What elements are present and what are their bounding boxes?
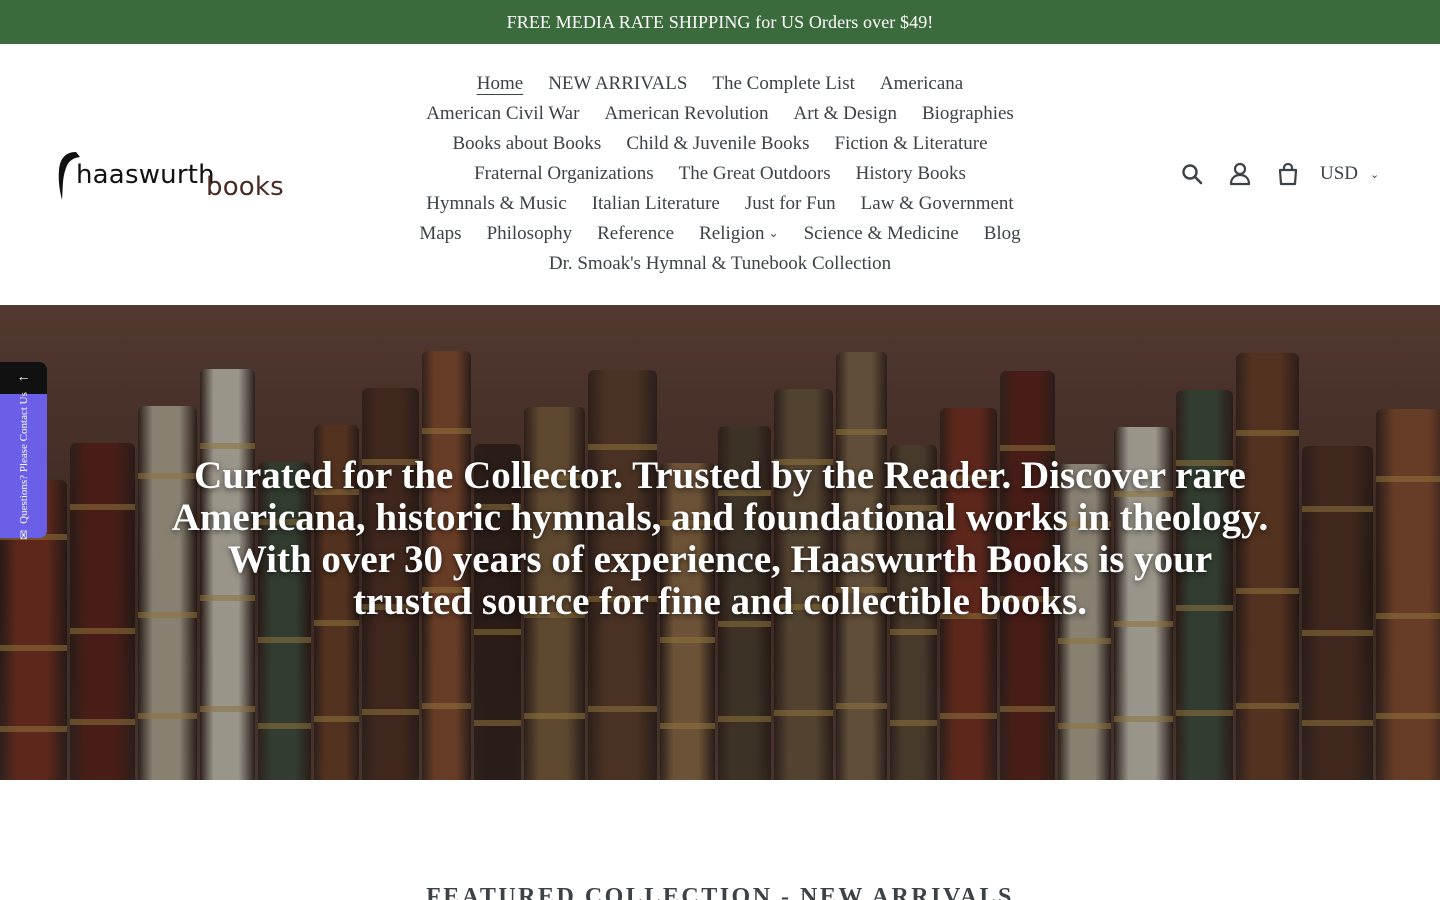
contact-tab-body[interactable]: ✉ Questions? Please Contact Us xyxy=(0,392,47,540)
nav-link-philosophy[interactable]: Philosophy xyxy=(487,223,573,245)
search-icon[interactable] xyxy=(1176,158,1208,190)
hero-heading: Curated for the Collector. Trusted by th… xyxy=(171,454,1269,623)
nav-link-label: History Books xyxy=(855,163,966,184)
logo-word-haaswurth: haaswurth xyxy=(76,160,215,190)
nav-link-history-books[interactable]: History Books xyxy=(856,163,966,185)
nav-row: Fraternal Organizations The Great Outdoor… xyxy=(380,159,1060,189)
nav-link-label: Art & Design xyxy=(793,103,897,124)
nav-link-science-medicine[interactable]: Science & Medicine xyxy=(804,223,959,245)
nav-link-fiction-literature[interactable]: Fiction & Literature xyxy=(835,133,988,155)
currency-selector[interactable]: USD ⌄ xyxy=(1320,163,1379,185)
nav-link-americana[interactable]: Americana xyxy=(880,73,963,95)
site-header: haaswurth books Home NEW ARRIVALS The Comp… xyxy=(0,44,1440,305)
arrow-left-icon[interactable]: ← xyxy=(0,362,47,394)
nav-link-the-complete-list[interactable]: The Complete List xyxy=(712,73,854,95)
hero-banner: Curated for the Collector. Trusted by th… xyxy=(0,305,1440,780)
nav-link-label: Reference xyxy=(597,223,675,244)
nav-link-biographies[interactable]: Biographies xyxy=(922,103,1014,125)
nav-link-italian-literature[interactable]: Italian Literature xyxy=(592,193,720,215)
nav-link-books-about-books[interactable]: Books about Books xyxy=(452,133,601,155)
nav-link-art-design[interactable]: Art & Design xyxy=(794,103,897,125)
nav-link-label: Home xyxy=(476,73,524,94)
nav-link-label: NEW ARRIVALS xyxy=(548,73,688,94)
site-logo[interactable]: haaswurth books xyxy=(54,148,294,202)
announcement-bar: FREE MEDIA RATE SHIPPING for US Orders o… xyxy=(0,0,1440,44)
nav-link-label: Fiction & Literature xyxy=(834,133,988,154)
nav-link-label: Italian Literature xyxy=(591,193,720,214)
nav-link-label: Religion xyxy=(699,223,765,244)
nav-link-label: Hymnals & Music xyxy=(426,193,567,214)
account-icon[interactable] xyxy=(1224,158,1256,190)
nav-link-label: Biographies xyxy=(921,103,1014,124)
logo-word-books: books xyxy=(206,172,284,202)
nav-row: Dr. Smoak's Hymnal & Tunebook Collection xyxy=(380,249,1060,279)
nav-link-label: Americana xyxy=(879,73,964,94)
nav-link-label: The Great Outdoors xyxy=(678,163,831,184)
nav-row: Hymnals & Music Italian Literature Just fo… xyxy=(380,189,1060,219)
cart-icon[interactable] xyxy=(1272,158,1304,190)
nav-link-just-for-fun[interactable]: Just for Fun xyxy=(745,193,836,215)
nav-link-label: Law & Government xyxy=(860,193,1014,214)
nav-link-religion[interactable]: Religion ⌄ xyxy=(699,223,779,245)
nav-link-label: Just for Fun xyxy=(744,193,836,214)
nav-link-label: Science & Medicine xyxy=(803,223,959,244)
nav-link-label: The Complete List xyxy=(712,73,855,94)
nav-link-label: Dr. Smoak's Hymnal & Tunebook Collection xyxy=(548,253,892,274)
nav-link-label: Fraternal Organizations xyxy=(474,163,654,184)
nav-link-label: Maps xyxy=(419,223,462,244)
chevron-down-icon: ⌄ xyxy=(1370,168,1380,181)
nav-link-label: Philosophy xyxy=(486,223,573,244)
mail-icon: ✉ xyxy=(16,529,31,540)
nav-link-fraternal-organizations[interactable]: Fraternal Organizations xyxy=(474,163,654,185)
contact-tab-label-wrap: ✉ Questions? Please Contact Us xyxy=(17,392,31,540)
contact-widget-tab[interactable]: ← ✉ Questions? Please Contact Us xyxy=(0,362,47,540)
contact-tab-label: Questions? Please Contact Us xyxy=(17,392,30,524)
nav-link-label: Books about Books xyxy=(452,133,602,154)
nav-link-label: American Civil War xyxy=(426,103,580,124)
nav-link-law-government[interactable]: Law & Government xyxy=(861,193,1014,215)
nav-link-label: American Revolution xyxy=(604,103,769,124)
nav-row: Books about Books Child & Juvenile Books F… xyxy=(380,129,1060,159)
nav-link-label: Child & Juvenile Books xyxy=(626,133,810,154)
nav-link-label: Blog xyxy=(983,223,1021,244)
nav-link-american-revolution[interactable]: American Revolution xyxy=(604,103,768,125)
nav-link-child-juvenile-books[interactable]: Child & Juvenile Books xyxy=(626,133,809,155)
nav-link-american-civil-war[interactable]: American Civil War xyxy=(426,103,579,125)
nav-link-hymnals-music[interactable]: Hymnals & Music xyxy=(426,193,566,215)
nav-link-blog[interactable]: Blog xyxy=(984,223,1021,245)
featured-collection-heading: FEATURED COLLECTION - NEW ARRIVALS xyxy=(426,884,1014,900)
nav-link-the-great-outdoors[interactable]: The Great Outdoors xyxy=(679,163,831,185)
announcement-text: FREE MEDIA RATE SHIPPING for US Orders o… xyxy=(506,11,934,32)
nav-row: American Civil War American Revolution Art… xyxy=(380,99,1060,129)
main-navigation: Home NEW ARRIVALS The Complete List America… xyxy=(380,69,1060,279)
nav-link-home[interactable]: Home xyxy=(477,73,523,95)
currency-value: USD xyxy=(1320,163,1359,184)
nav-link-dr-smoak-s-hymnal-tunebook-collection[interactable]: Dr. Smoak's Hymnal & Tunebook Collection xyxy=(549,253,891,275)
nav-link-reference[interactable]: Reference xyxy=(597,223,674,245)
nav-link-new-arrivals[interactable]: NEW ARRIVALS xyxy=(548,73,687,95)
chevron-down-icon: ⌄ xyxy=(768,226,779,240)
nav-row: Home NEW ARRIVALS The Complete List America… xyxy=(380,69,1060,99)
nav-row: Maps Philosophy Reference Religion ⌄ Science … xyxy=(380,219,1060,249)
nav-link-maps[interactable]: Maps xyxy=(419,223,461,245)
header-icons: USD ⌄ xyxy=(1176,158,1379,190)
